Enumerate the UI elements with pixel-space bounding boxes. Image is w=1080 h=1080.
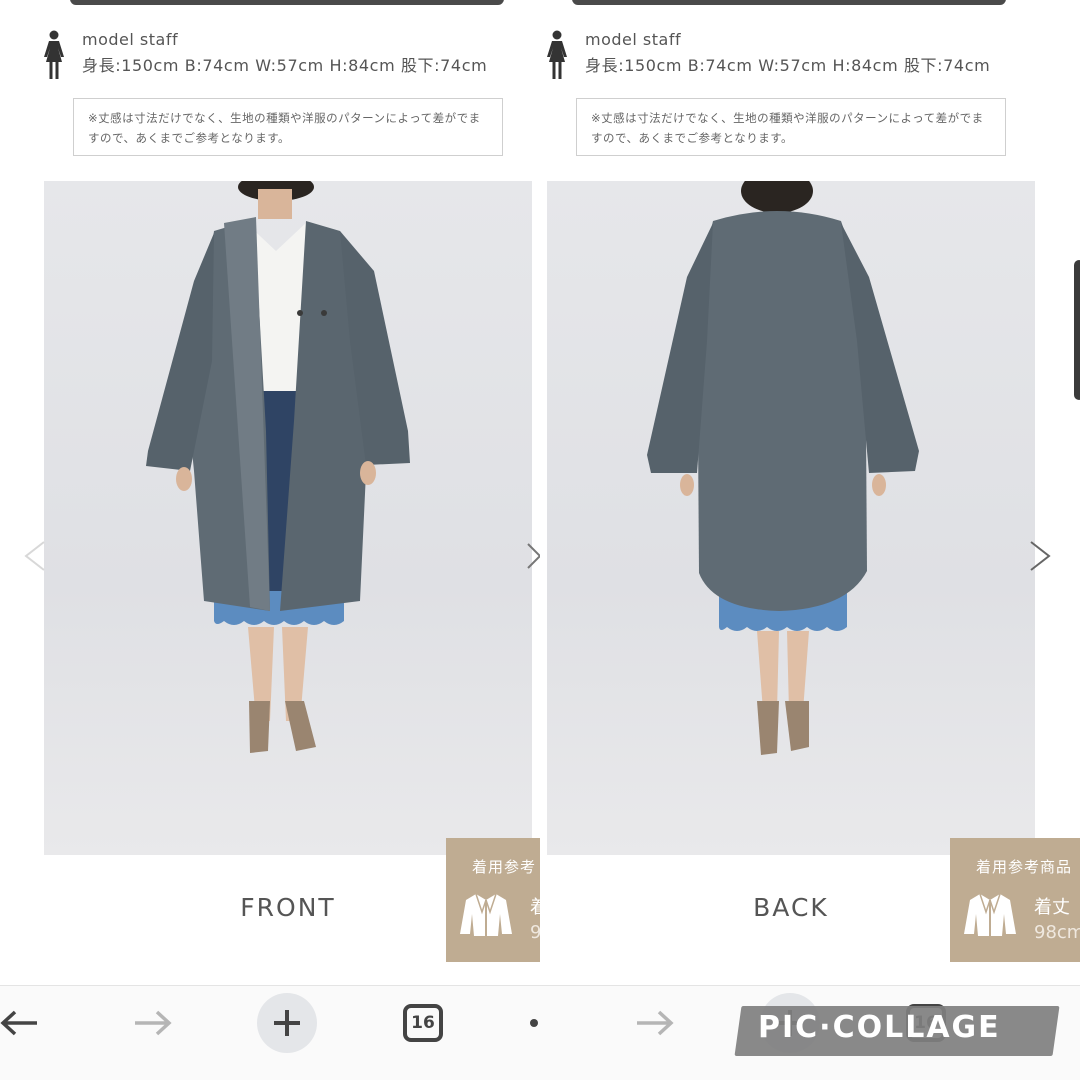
product-photo-front xyxy=(44,181,532,855)
ref-card-title: 着用参考商品 xyxy=(976,858,1073,876)
scroll-grip[interactable] xyxy=(1074,260,1080,400)
size-note: ※丈感は寸法だけでなく、生地の種類や洋服のパターンによって差がでますので、あくま… xyxy=(73,98,503,156)
model-measurements: 身長:150cm B:74cm W:57cm H:84cm 股下:74cm xyxy=(82,56,488,75)
model-measurements: 身長:150cm B:74cm W:57cm H:84cm 股下:74cm xyxy=(585,56,991,75)
top-button-edge[interactable] xyxy=(70,0,504,5)
screenshot-panel-back: model staff 身長:150cm B:74cm W:57cm H:84c… xyxy=(540,0,1080,1080)
female-person-icon xyxy=(547,30,567,79)
size-note: ※丈感は寸法だけでなく、生地の種類や洋服のパターンによって差がでますので、あくま… xyxy=(576,98,1006,156)
top-button-edge[interactable] xyxy=(572,0,1006,5)
screenshot-panel-front: model staff 身長:150cm B:74cm W:57cm H:84c… xyxy=(0,0,540,1080)
tabs-count-button[interactable]: 16 xyxy=(400,1000,446,1046)
watermark: PIC·COLLAGE xyxy=(758,1010,1001,1045)
chevron-right-icon[interactable] xyxy=(522,538,540,574)
chevron-right-icon[interactable] xyxy=(1025,538,1055,574)
ref-card-line1: 着丈 xyxy=(1034,897,1070,918)
ref-card-line1: 着 xyxy=(530,897,540,918)
reference-product-card[interactable]: 着用参考商品 着丈 98cm xyxy=(950,838,1080,962)
product-photo-back xyxy=(547,181,1035,855)
jacket-icon xyxy=(964,893,1016,936)
ref-card-line2: 9 xyxy=(530,922,540,943)
reference-product-card[interactable]: 着用参考 着 9 xyxy=(446,838,540,962)
tabs-count-icon: 16 xyxy=(403,1004,443,1042)
dot-menu-icon[interactable] xyxy=(527,1000,540,1046)
plus-icon[interactable] xyxy=(257,993,317,1053)
model-label: model staff xyxy=(585,30,682,49)
ref-card-title: 着用参考 xyxy=(472,858,537,876)
jacket-icon xyxy=(460,893,512,936)
ref-card-line2: 98cm xyxy=(1034,922,1080,943)
chevron-left-icon[interactable] xyxy=(20,538,50,574)
female-person-icon xyxy=(44,30,64,79)
arrow-left-icon[interactable] xyxy=(0,1000,44,1046)
model-label: model staff xyxy=(82,30,179,49)
arrow-right-icon[interactable] xyxy=(630,1000,680,1046)
arrow-right-icon[interactable] xyxy=(128,1000,178,1046)
